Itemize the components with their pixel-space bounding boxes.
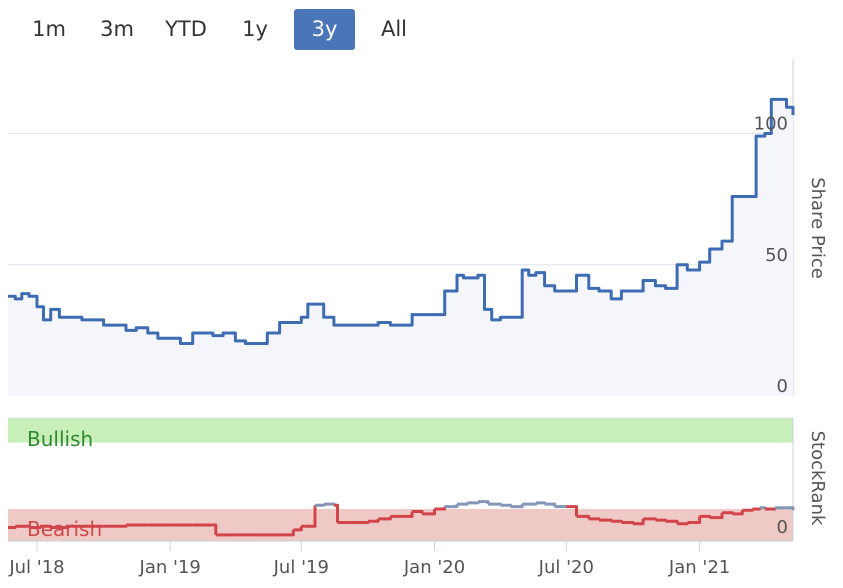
stockrank-axis-ticks: 0 [777,517,788,538]
bullish-band [8,418,793,443]
x-tick-label-2020-07-01: Jul '20 [538,557,594,578]
stockrank-segment-36 [457,502,469,506]
stockrank-segment-40 [500,503,513,507]
stockrank-segment-3 [29,526,42,529]
x-tick-label-2019-07-01: Jul '19 [273,557,329,578]
stockrank-segment-58 [699,514,712,518]
stockrank-segment-42 [522,502,538,506]
price-axis-label: Share Price [807,177,828,279]
stockrank-segment-53 [643,517,657,521]
x-tick-label-2018-07-01: Jul '18 [8,557,64,578]
stockrank-segment-41 [510,504,524,509]
stockrank-segment-63 [752,507,762,511]
stockrank-segment-35 [444,504,459,509]
stockrank-segment-1 [8,526,17,529]
price-tick-label-0: 0 [777,376,788,397]
bullish-label: Bullish [27,427,93,451]
stockrank-segment-23 [315,503,326,507]
stockrank-segment-56 [677,522,689,526]
stockrank-tick-label-0: 0 [777,517,788,538]
stockrank-axis-label: StockRank [807,431,828,526]
x-axis: Jul '18 Jan '19 Jul '19 Jan '20 Jul '20 Jan '… [8,541,730,578]
stockrank-segment-39 [488,502,502,506]
stock-chart: 0 50 100 Share Price Bullish Bearish 0 Sto… [8,60,828,578]
stockrank-segment-5 [50,526,68,529]
stockrank-segment-43 [535,501,547,505]
stockrank-segment-4 [39,524,53,528]
stockrank-segment-38 [478,500,490,505]
stockrank-segment-24 [323,502,336,506]
stockrank-segment-48 [588,517,601,521]
stockrank-segment-60 [722,511,734,515]
stockrank-segment-62 [742,508,754,512]
x-tick-label-2019-01-01: Jan '19 [139,557,201,578]
stockrank-segment-44 [544,502,557,507]
stockrank-segment-65 [764,507,777,511]
stockrank-segment-51 [621,521,635,524]
price-tick-label-100: 100 [754,114,788,135]
stockrank-segment-34 [434,506,447,511]
stockrank-segment-2 [15,524,31,528]
stockrank-segment-37 [467,501,480,505]
stockrank-segment-50 [611,519,623,523]
stockrank-segment-49 [598,518,613,522]
stockrank-segment-64 [759,506,767,510]
stockrank-segment-8 [103,524,128,528]
x-tick-label-2021-01-01: Jan '21 [668,557,730,578]
stockrank-segment-54 [655,518,667,522]
stockrank-segment-27 [346,521,370,524]
price-pane: 0 50 100 Share Price [8,60,828,397]
price-tick-label-50: 50 [765,245,788,266]
stockrank-pane: Bullish Bearish 0 StockRank [8,417,828,541]
x-tick-label-2020-01-01: Jan '20 [403,557,465,578]
